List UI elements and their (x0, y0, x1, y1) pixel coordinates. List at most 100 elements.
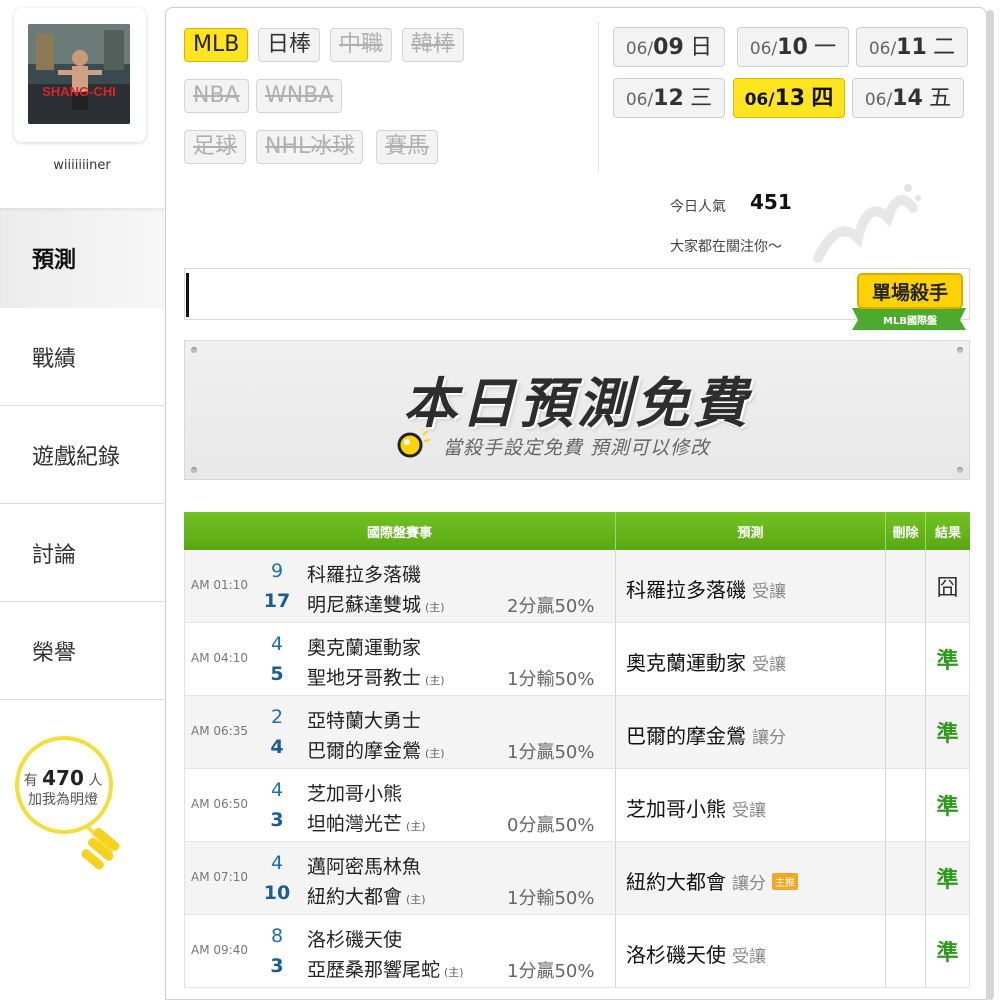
sidebar-item-record[interactable]: 戰績 (0, 308, 164, 406)
game-cell: AM 06:50 4 3 芝加哥小熊坦帕灣光芒 (主) 0分贏50% (184, 769, 616, 841)
date-month: 06/ (864, 90, 893, 110)
tab-npb[interactable]: 日棒 (258, 28, 321, 62)
game-time: AM 06:50 (191, 797, 248, 811)
delete-cell (886, 550, 926, 622)
popularity-subtext: 大家都在關注你～ (670, 239, 782, 255)
tab-soccer: 足球 (184, 130, 247, 164)
table-row: AM 01:10 9 17 科羅拉多落磯 明尼蘇達雙城 (主) 2分贏50% 科羅拉多落磯 受讓… (184, 550, 970, 623)
table-row: AM 06:35 2 4 亞特蘭大勇士 巴爾的摩金鶯 (主) 1分贏50% 巴爾的摩金鶯 讓分準 (184, 696, 970, 769)
sidebar-nav: 預測 戰績 遊戲紀錄 討論 榮譽 (0, 208, 164, 700)
sidebar-item-honor[interactable]: 榮譽 (0, 602, 164, 700)
fan-suffix: 人 (88, 773, 103, 789)
odds: 1分贏50% (507, 961, 595, 982)
game-cell: AM 09:40 8 3 洛杉磯天使 亞歷桑那響尾蛇 (主) 1分贏50% (184, 915, 616, 987)
delete-cell (886, 915, 926, 987)
home-team: 聖地牙哥教士 (307, 667, 422, 689)
tab-wnba: WNBA (256, 79, 343, 113)
avatar-card[interactable]: SHANG-CHI (14, 8, 146, 142)
date-month: 06/ (744, 90, 775, 110)
away-score: 4 (270, 779, 284, 801)
away-team: 芝加哥小熊 (307, 783, 403, 805)
home-team-wrap: 明尼蘇達雙城 (主) (307, 590, 445, 617)
sidebar-item-discussion[interactable]: 討論 (0, 504, 164, 602)
tab-label: NBA (193, 83, 240, 108)
predicted-team: 芝加哥小熊 (626, 797, 726, 821)
game-cell: AM 04:10 4 5 奧克蘭運動家 聖地牙哥教士 (主) 1分輸50% (184, 623, 616, 695)
tab-mlb[interactable]: MLB (184, 28, 249, 62)
table-row: AM 07:10 4 10 邁阿密馬林魚 紐約大都會 (主) 1分輸50% 紐約大都會 讓分 主推… (184, 842, 970, 915)
scrollbar[interactable] (986, 10, 994, 1000)
popularity-count: 451 (750, 190, 792, 214)
fan-lightbulb[interactable]: 有 470 人 加我為明燈 (8, 735, 158, 885)
date-button[interactable]: 06/12 三 (613, 78, 725, 118)
away-team: 邁阿密馬林魚 (307, 856, 422, 878)
tab-label: NHL冰球 (265, 134, 355, 159)
header-result: 結果 (934, 525, 961, 541)
prediction-cell: 奧克蘭運動家 受讓 (616, 623, 886, 695)
date-month: 06/ (868, 39, 897, 59)
prediction-cell: 洛杉磯天使 受讓 (616, 915, 886, 987)
tab-label: WNBA (265, 83, 334, 108)
header-delete: 刪除 (886, 512, 926, 550)
home-team: 明尼蘇達雙城 (307, 594, 422, 616)
sidebar-item-predict[interactable]: 預測 (0, 208, 164, 308)
tab-cpbl: 中職 (330, 28, 393, 62)
date-weekday: 四 (811, 86, 834, 111)
predicted-team: 科羅拉多落磯 (626, 578, 746, 602)
sidebar-item-label: 榮譽 (32, 640, 77, 666)
tab-label: 中職 (339, 32, 384, 57)
tab-label: 賽馬 (385, 134, 430, 159)
prediction-type: 讓分 (752, 728, 786, 748)
predictions-table: 國際盤賽事 預測 刪除 結果 AM 01:10 9 17 科羅拉多落磯 明尼蘇達雙城 (主… (184, 512, 970, 988)
date-button[interactable]: 06/09 日 (613, 27, 725, 67)
sidebar-item-label: 預測 (32, 248, 77, 273)
delete-cell (886, 623, 926, 695)
home-mark: (主) (406, 893, 426, 906)
home-team-wrap: 聖地牙哥教士 (主) (307, 663, 445, 690)
date-button[interactable]: 06/11 二 (856, 27, 968, 67)
username: wiiiiiiiner (53, 158, 111, 173)
predicted-team: 巴爾的摩金鶯 (626, 724, 746, 748)
home-team-wrap: 巴爾的摩金鶯 (主) (307, 736, 445, 763)
date-day: 11 (896, 35, 927, 60)
result-mark: 準 (936, 941, 959, 966)
home-mark: (主) (406, 820, 426, 833)
game-cell: AM 07:10 4 10 邁阿密馬林魚 紐約大都會 (主) 1分輸50% (184, 842, 616, 914)
fan-count-text: 有 470 人 加我為明燈 (8, 765, 118, 809)
odds: 0分贏50% (507, 815, 595, 836)
date-button-selected[interactable]: 06/13 四 (733, 78, 845, 118)
home-score: 3 (270, 809, 284, 831)
home-team-wrap: 坦帕灣光芒 (主) (307, 809, 426, 836)
predicted-team: 洛杉磯天使 (626, 943, 726, 967)
prediction: 科羅拉多落磯 受讓 (626, 574, 786, 603)
odds: 2分贏50% (507, 596, 595, 617)
prediction: 洛杉磯天使 受讓 (626, 939, 766, 968)
result-mark: 準 (936, 649, 959, 674)
result-mark: 囧 (936, 576, 959, 601)
lightbulb-icon (397, 429, 431, 458)
delete-cell (886, 769, 926, 841)
date-button[interactable]: 06/14 五 (852, 78, 964, 118)
game-time: AM 07:10 (191, 870, 248, 884)
result-cell: 準 (926, 696, 970, 768)
date-month: 06/ (625, 39, 654, 59)
home-team: 巴爾的摩金鶯 (307, 740, 422, 762)
result-cell: 準 (926, 915, 970, 987)
date-button[interactable]: 06/10 一 (737, 27, 849, 67)
date-day: 13 (774, 86, 806, 111)
predicted-team: 奧克蘭運動家 (626, 651, 746, 675)
result-cell: 準 (926, 623, 970, 695)
away-score: 8 (270, 925, 284, 947)
date-day: 09 (653, 35, 684, 60)
sidebar-item-game-log[interactable]: 遊戲紀錄 (0, 406, 164, 504)
text-caret (186, 273, 189, 317)
lightbulb-icon (15, 736, 120, 870)
avatar[interactable]: SHANG-CHI (28, 24, 130, 124)
game-cell: AM 06:35 2 4 亞特蘭大勇士 巴爾的摩金鶯 (主) 1分贏50% (184, 696, 616, 768)
decorative-splash-icon (813, 184, 921, 263)
prediction-type: 受讓 (752, 655, 786, 675)
odds: 1分輸50% (507, 888, 595, 909)
odds: 1分輸50% (507, 669, 595, 690)
single-game-killer-badge: 單場殺手 MLB國際盤 (848, 268, 970, 332)
delete-cell (886, 842, 926, 914)
